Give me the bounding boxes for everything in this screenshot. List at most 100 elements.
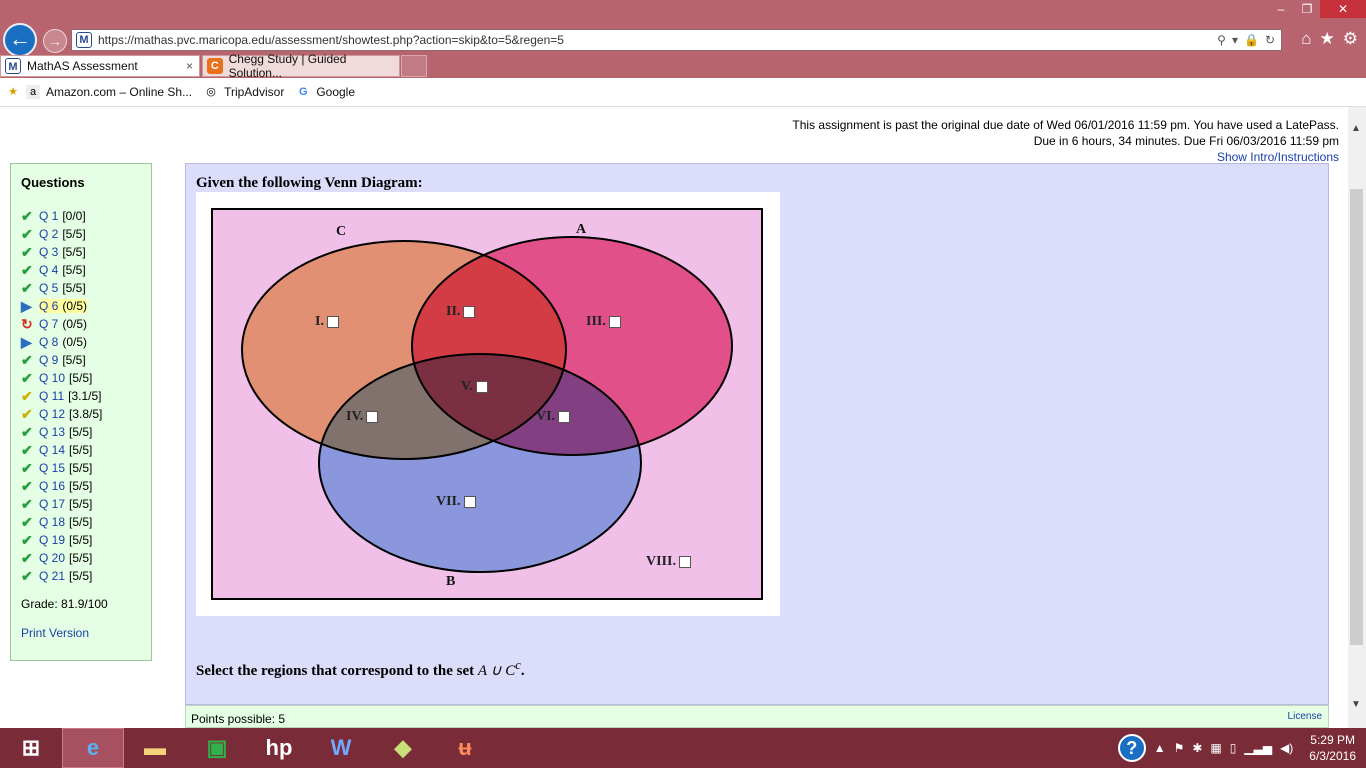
tab-chegg[interactable]: C Chegg Study | Guided Solution... (202, 52, 400, 80)
question-link[interactable]: Q 17 (39, 497, 65, 511)
question-item[interactable]: ✔ Q 4 [5/5] (21, 261, 151, 279)
dropdown-icon[interactable]: ▾ (1232, 33, 1238, 47)
show-intro-link[interactable]: Show Intro/Instructions (1217, 150, 1339, 164)
license-link[interactable]: License (1288, 711, 1322, 722)
internet-explorer-icon[interactable]: e (62, 728, 124, 768)
tab-mathas[interactable]: M MathAS Assessment × (0, 55, 200, 77)
question-link[interactable]: Q 12 (39, 407, 65, 421)
question-link[interactable]: Q 13 (39, 425, 65, 439)
question-link[interactable]: Q 14 (39, 443, 65, 457)
question-link[interactable]: Q 8 (39, 335, 58, 349)
new-tab-button[interactable] (401, 55, 427, 77)
back-button[interactable]: ← (3, 23, 37, 57)
question-link[interactable]: Q 11 (39, 389, 64, 403)
question-link[interactable]: Q 18 (39, 515, 65, 529)
region-i-checkbox[interactable] (326, 316, 339, 328)
close-window-button[interactable]: ✕ (1320, 0, 1366, 18)
question-link[interactable]: Q 21 (39, 569, 65, 583)
start-windows-icon[interactable]: ⊞ (0, 728, 62, 768)
favorite-amazon[interactable]: a Amazon.com – Online Sh... (26, 85, 192, 99)
lock-icon[interactable]: 🔒 (1244, 33, 1259, 47)
question-link[interactable]: Q 2 (39, 227, 58, 241)
question-link[interactable]: Q 20 (39, 551, 65, 565)
question-link[interactable]: Q 19 (39, 533, 65, 547)
region-iv-checkbox[interactable] (366, 411, 379, 423)
favorite-google[interactable]: G Google (296, 85, 355, 99)
region-vii-checkbox[interactable] (463, 496, 476, 508)
region-ii-checkbox[interactable] (463, 306, 476, 318)
question-item[interactable]: ✔ Q 17 [5/5] (21, 495, 151, 513)
display-icon[interactable]: ▦ (1210, 741, 1221, 755)
settings-gear-icon[interactable]: ⚙ (1343, 29, 1358, 49)
question-item[interactable]: ▶ Q 6 (0/5) (21, 297, 151, 315)
scroll-down-icon[interactable]: ▼ (1351, 699, 1361, 710)
question-item[interactable]: ✔ Q 10 [5/5] (21, 369, 151, 387)
address-bar[interactable]: M https://mathas.pvc.maricopa.edu/assess… (71, 29, 1282, 51)
store-icon[interactable]: ▣ (186, 728, 248, 768)
office-app-icon[interactable]: ʉ (434, 728, 496, 768)
region-iii-checkbox[interactable] (608, 316, 621, 328)
question-link[interactable]: Q 3 (39, 245, 58, 259)
refresh-icon[interactable]: ↻ (1265, 33, 1275, 47)
region-v-checkbox[interactable] (475, 381, 488, 393)
file-explorer-icon[interactable]: ▬ (124, 728, 186, 768)
question-item[interactable]: ✔ Q 15 [5/5] (21, 459, 151, 477)
word-icon[interactable]: W (310, 728, 372, 768)
clock-date: 6/3/2016 (1309, 749, 1356, 763)
network-signal-icon[interactable]: ▁▃▅ (1244, 741, 1272, 755)
scroll-thumb[interactable] (1350, 189, 1363, 645)
question-item[interactable]: ✔ Q 3 [5/5] (21, 243, 151, 261)
question-item[interactable]: ▶ Q 8 (0/5) (21, 333, 151, 351)
question-link[interactable]: Q 9 (39, 353, 58, 367)
question-item[interactable]: ✔ Q 12 [3.8/5] (21, 405, 151, 423)
question-link[interactable]: Q 5 (39, 281, 58, 295)
question-item[interactable]: ✔ Q 14 [5/5] (21, 441, 151, 459)
question-link[interactable]: Q 1 (39, 209, 58, 223)
question-item[interactable]: ✔ Q 1 [0/0] (21, 207, 151, 225)
favorite-tripadvisor[interactable]: ◎ TripAdvisor (204, 85, 284, 99)
region-iv: IV. (346, 409, 379, 425)
forward-button[interactable]: → (43, 29, 67, 53)
volume-icon[interactable]: ◀) (1280, 741, 1293, 755)
question-link[interactable]: Q 6 (39, 299, 58, 313)
question-link[interactable]: Q 15 (39, 461, 65, 475)
taskbar-clock[interactable]: 5:29 PM 6/3/2016 (1309, 732, 1356, 764)
tray-expand-icon[interactable]: ▲ (1154, 741, 1166, 755)
favorites-star-icon[interactable]: ★ (1320, 29, 1335, 49)
question-link[interactable]: Q 7 (39, 317, 58, 331)
checkmark-icon: ✔ (21, 513, 33, 530)
sticky-notes-icon[interactable]: ◆ (372, 728, 434, 768)
search-icon[interactable]: ⚲ (1217, 33, 1226, 47)
hp-icon[interactable]: hp (248, 728, 310, 768)
question-item[interactable]: ↻ Q 7 (0/5) (21, 315, 151, 333)
question-item[interactable]: ✔ Q 9 [5/5] (21, 351, 151, 369)
home-icon[interactable]: ⌂ (1301, 29, 1311, 49)
amazon-icon: a (26, 85, 40, 99)
print-version-link[interactable]: Print Version (21, 626, 151, 640)
action-center-icon[interactable]: ⚑ (1174, 741, 1185, 755)
battery-icon[interactable]: ▯ (1230, 741, 1237, 755)
minimize-button[interactable]: – (1268, 0, 1294, 18)
question-item[interactable]: ✔ Q 13 [5/5] (21, 423, 151, 441)
settings-tray-icon[interactable]: ✱ (1192, 741, 1202, 755)
question-item[interactable]: ✔ Q 20 [5/5] (21, 549, 151, 567)
question-item[interactable]: ✔ Q 5 [5/5] (21, 279, 151, 297)
question-item[interactable]: ✔ Q 18 [5/5] (21, 513, 151, 531)
question-item[interactable]: ✔ Q 2 [5/5] (21, 225, 151, 243)
question-item[interactable]: ✔ Q 19 [5/5] (21, 531, 151, 549)
question-link[interactable]: Q 10 (39, 371, 65, 385)
tab-close-icon[interactable]: × (186, 59, 193, 73)
address-url[interactable]: https://mathas.pvc.maricopa.edu/assessme… (98, 33, 1217, 47)
help-icon[interactable]: ? (1117, 734, 1146, 762)
favorites-center-icon[interactable]: ★ (6, 85, 20, 99)
region-vi-checkbox[interactable] (558, 411, 571, 423)
question-item[interactable]: ✔ Q 16 [5/5] (21, 477, 151, 495)
restore-button[interactable]: ❐ (1294, 0, 1320, 18)
question-item[interactable]: ✔ Q 21 [5/5] (21, 567, 151, 585)
scroll-up-icon[interactable]: ▲ (1351, 123, 1361, 134)
page-scrollbar[interactable]: ▲ ▼ (1348, 107, 1366, 728)
question-item[interactable]: ✔ Q 11 [3.1/5] (21, 387, 151, 405)
region-viii-checkbox[interactable] (678, 556, 691, 568)
question-link[interactable]: Q 16 (39, 479, 65, 493)
question-link[interactable]: Q 4 (39, 263, 58, 277)
